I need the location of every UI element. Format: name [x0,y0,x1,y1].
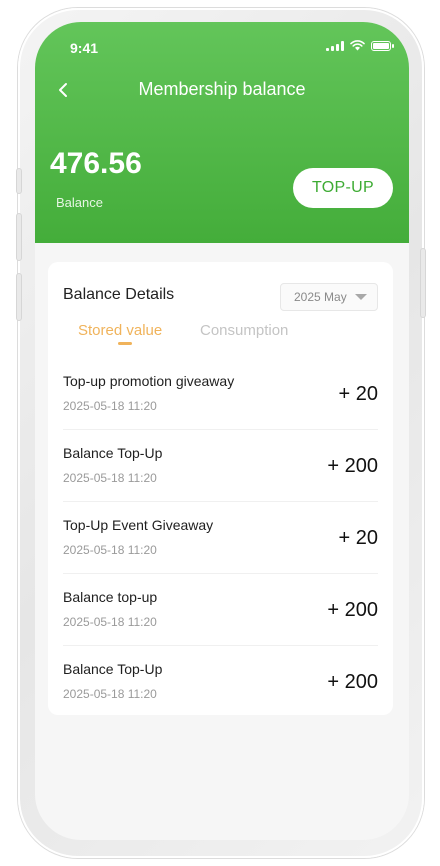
date-filter-select[interactable]: 2025 May [280,283,378,311]
page-title: Membership balance [138,79,306,99]
record-amount: + 200 [327,455,378,477]
record-date: 2025-05-18 11:20 [63,471,157,485]
phone-side-button [16,213,22,261]
record-date: 2025-05-18 11:20 [63,399,157,413]
tab-consumption[interactable]: Consumption [200,322,288,339]
record-amount: + 20 [338,383,378,405]
signal-icon [326,40,344,51]
list-item[interactable]: Top-up promotion giveaway 2025-05-18 11:… [63,358,378,430]
record-amount: + 200 [327,599,378,621]
list-item[interactable]: Balance top-up 2025-05-18 11:20 + 200 [63,574,378,646]
record-date: 2025-05-18 11:20 [63,543,157,557]
record-title: Top-up promotion giveaway [63,373,235,389]
active-tab-indicator [118,342,132,345]
caret-down-icon [354,294,367,300]
balance-label: Balance [56,195,103,210]
balance-details-card: Balance Details 2025 May Stored value Co… [48,262,393,715]
phone-side-button [420,248,426,318]
top-up-button[interactable]: TOP-UP [293,168,393,208]
status-time: 9:41 [70,40,99,56]
phone-side-button [16,273,22,321]
record-title: Balance top-up [63,589,158,605]
battery-icon [371,40,394,51]
card-title: Balance Details [63,286,175,303]
record-date: 2025-05-18 11:20 [63,615,157,629]
balance-amount: 476.56 [50,147,142,180]
records-list: Top-up promotion giveaway 2025-05-18 11:… [63,358,378,718]
record-title: Top-Up Event Giveaway [63,517,214,533]
list-item[interactable]: Top-Up Event Giveaway 2025-05-18 11:20 +… [63,502,378,574]
record-title: Balance Top-Up [63,445,163,461]
status-icons [326,40,394,51]
app-screen: 9:41 Membership balance 476.56 Balance T… [35,22,409,840]
record-title: Balance Top-Up [63,661,163,677]
record-amount: + 20 [338,527,378,549]
date-filter-value: 2025 May [294,290,347,304]
list-item[interactable]: Balance Top-Up 2025-05-18 11:20 + 200 [63,646,378,718]
phone-side-button [16,168,22,194]
header: 9:41 Membership balance 476.56 Balance T… [35,22,409,243]
tab-stored-value[interactable]: Stored value [78,322,162,339]
list-item[interactable]: Balance Top-Up 2025-05-18 11:20 + 200 [63,430,378,502]
record-amount: + 200 [327,671,378,693]
record-date: 2025-05-18 11:20 [63,687,157,701]
wifi-icon [350,40,365,51]
